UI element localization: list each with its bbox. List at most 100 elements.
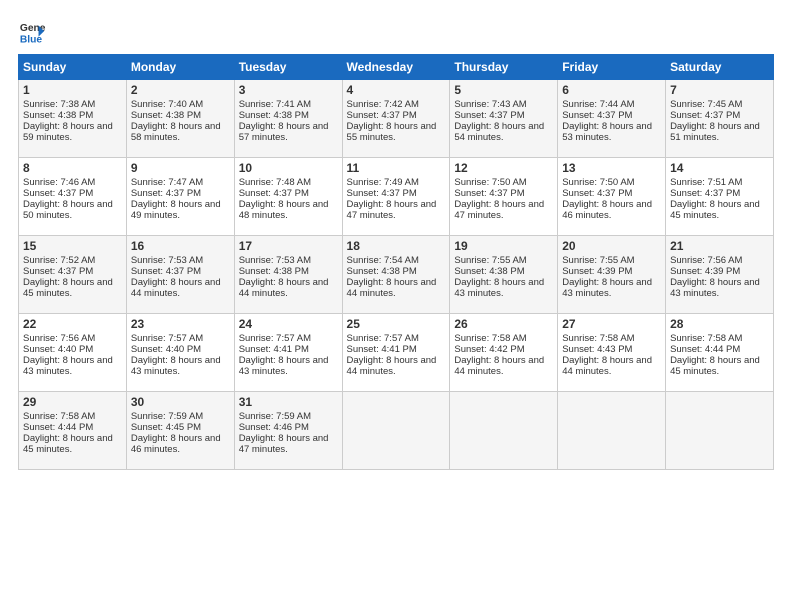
day-cell: 22Sunrise: 7:56 AMSunset: 4:40 PMDayligh…: [19, 314, 127, 392]
sunset: Sunset: 4:37 PM: [670, 110, 740, 121]
week-row-2: 8Sunrise: 7:46 AMSunset: 4:37 PMDaylight…: [19, 158, 774, 236]
sunrise: Sunrise: 7:56 AM: [670, 255, 742, 266]
col-header-sunday: Sunday: [19, 55, 127, 80]
daylight: Daylight: 8 hours and 48 minutes.: [239, 199, 329, 221]
sunrise: Sunrise: 7:53 AM: [239, 255, 311, 266]
sunset: Sunset: 4:37 PM: [131, 188, 201, 199]
daylight: Daylight: 8 hours and 46 minutes.: [131, 433, 221, 455]
sunrise: Sunrise: 7:40 AM: [131, 99, 203, 110]
sunset: Sunset: 4:38 PM: [239, 110, 309, 121]
day-cell: 5Sunrise: 7:43 AMSunset: 4:37 PMDaylight…: [450, 80, 558, 158]
daylight: Daylight: 8 hours and 47 minutes.: [347, 199, 437, 221]
day-number: 17: [239, 239, 338, 253]
daylight: Daylight: 8 hours and 51 minutes.: [670, 121, 760, 143]
sunset: Sunset: 4:37 PM: [239, 188, 309, 199]
week-row-1: 1Sunrise: 7:38 AMSunset: 4:38 PMDaylight…: [19, 80, 774, 158]
day-number: 14: [670, 161, 769, 175]
day-number: 16: [131, 239, 230, 253]
day-number: 18: [347, 239, 446, 253]
daylight: Daylight: 8 hours and 53 minutes.: [562, 121, 652, 143]
daylight: Daylight: 8 hours and 43 minutes.: [670, 277, 760, 299]
sunset: Sunset: 4:37 PM: [562, 188, 632, 199]
sunset: Sunset: 4:37 PM: [454, 110, 524, 121]
sunset: Sunset: 4:44 PM: [23, 422, 93, 433]
day-cell: 6Sunrise: 7:44 AMSunset: 4:37 PMDaylight…: [558, 80, 666, 158]
day-number: 21: [670, 239, 769, 253]
sunrise: Sunrise: 7:53 AM: [131, 255, 203, 266]
daylight: Daylight: 8 hours and 45 minutes.: [670, 355, 760, 377]
logo: General Blue: [18, 18, 46, 46]
daylight: Daylight: 8 hours and 44 minutes.: [347, 355, 437, 377]
daylight: Daylight: 8 hours and 58 minutes.: [131, 121, 221, 143]
col-header-saturday: Saturday: [666, 55, 774, 80]
sunset: Sunset: 4:37 PM: [670, 188, 740, 199]
day-cell: 15Sunrise: 7:52 AMSunset: 4:37 PMDayligh…: [19, 236, 127, 314]
sunrise: Sunrise: 7:58 AM: [670, 333, 742, 344]
sunset: Sunset: 4:44 PM: [670, 344, 740, 355]
day-number: 5: [454, 83, 553, 97]
sunrise: Sunrise: 7:54 AM: [347, 255, 419, 266]
sunset: Sunset: 4:38 PM: [454, 266, 524, 277]
day-cell: 14 Sunrise: 7:51 AMSunset: 4:37 PMDayligh…: [666, 158, 774, 236]
col-header-friday: Friday: [558, 55, 666, 80]
day-number: 2: [131, 83, 230, 97]
day-cell: 7Sunrise: 7:45 AMSunset: 4:37 PMDaylight…: [666, 80, 774, 158]
sunrise: Sunrise: 7:50 AM: [562, 177, 634, 188]
daylight: Daylight: 8 hours and 43 minutes.: [23, 355, 113, 377]
sunrise: Sunrise: 7:57 AM: [347, 333, 419, 344]
sunset: Sunset: 4:39 PM: [562, 266, 632, 277]
day-number: 22: [23, 317, 122, 331]
daylight: Daylight: 8 hours and 44 minutes.: [239, 277, 329, 299]
sunrise: Sunrise: 7:58 AM: [562, 333, 634, 344]
day-number: 26: [454, 317, 553, 331]
daylight: Daylight: 8 hours and 45 minutes.: [23, 277, 113, 299]
day-cell: 31Sunrise: 7:59 AMSunset: 4:46 PMDayligh…: [234, 392, 342, 470]
day-cell: 21 Sunrise: 7:56 AMSunset: 4:39 PMDayligh…: [666, 236, 774, 314]
day-cell: 26Sunrise: 7:58 AMSunset: 4:42 PMDayligh…: [450, 314, 558, 392]
day-number: 1: [23, 83, 122, 97]
sunset: Sunset: 4:37 PM: [131, 266, 201, 277]
sunset: Sunset: 4:39 PM: [670, 266, 740, 277]
sunrise: Sunrise: 7:59 AM: [131, 411, 203, 422]
day-cell: 12Sunrise: 7:50 AMSunset: 4:37 PMDayligh…: [450, 158, 558, 236]
day-cell: 27Sunrise: 7:58 AMSunset: 4:43 PMDayligh…: [558, 314, 666, 392]
day-number: 19: [454, 239, 553, 253]
sunset: Sunset: 4:38 PM: [131, 110, 201, 121]
daylight: Daylight: 8 hours and 43 minutes.: [562, 277, 652, 299]
sunrise: Sunrise: 7:51 AM: [670, 177, 742, 188]
sunrise: Sunrise: 7:59 AM: [239, 411, 311, 422]
day-number: 20: [562, 239, 661, 253]
sunset: Sunset: 4:38 PM: [239, 266, 309, 277]
daylight: Daylight: 8 hours and 44 minutes.: [454, 355, 544, 377]
day-number: 24: [239, 317, 338, 331]
daylight: Daylight: 8 hours and 49 minutes.: [131, 199, 221, 221]
sunrise: Sunrise: 7:42 AM: [347, 99, 419, 110]
sunset: Sunset: 4:45 PM: [131, 422, 201, 433]
day-number: 7: [670, 83, 769, 97]
day-number: 29: [23, 395, 122, 409]
sunset: Sunset: 4:46 PM: [239, 422, 309, 433]
day-cell: 4Sunrise: 7:42 AMSunset: 4:37 PMDaylight…: [342, 80, 450, 158]
daylight: Daylight: 8 hours and 45 minutes.: [670, 199, 760, 221]
sunrise: Sunrise: 7:50 AM: [454, 177, 526, 188]
day-number: 23: [131, 317, 230, 331]
sunrise: Sunrise: 7:43 AM: [454, 99, 526, 110]
day-cell: [450, 392, 558, 470]
daylight: Daylight: 8 hours and 47 minutes.: [239, 433, 329, 455]
day-cell: [666, 392, 774, 470]
sunrise: Sunrise: 7:44 AM: [562, 99, 634, 110]
sunset: Sunset: 4:42 PM: [454, 344, 524, 355]
col-header-thursday: Thursday: [450, 55, 558, 80]
week-row-3: 15Sunrise: 7:52 AMSunset: 4:37 PMDayligh…: [19, 236, 774, 314]
day-cell: 2 Sunrise: 7:40 AMSunset: 4:38 PMDaylight…: [126, 80, 234, 158]
daylight: Daylight: 8 hours and 44 minutes.: [347, 277, 437, 299]
day-cell: 1Sunrise: 7:38 AMSunset: 4:38 PMDaylight…: [19, 80, 127, 158]
sunset: Sunset: 4:38 PM: [23, 110, 93, 121]
day-number: 3: [239, 83, 338, 97]
sunrise: Sunrise: 7:55 AM: [454, 255, 526, 266]
daylight: Daylight: 8 hours and 43 minutes.: [131, 355, 221, 377]
sunrise: Sunrise: 7:57 AM: [131, 333, 203, 344]
daylight: Daylight: 8 hours and 50 minutes.: [23, 199, 113, 221]
day-number: 13: [562, 161, 661, 175]
day-cell: 17 Sunrise: 7:53 AMSunset: 4:38 PMDayligh…: [234, 236, 342, 314]
